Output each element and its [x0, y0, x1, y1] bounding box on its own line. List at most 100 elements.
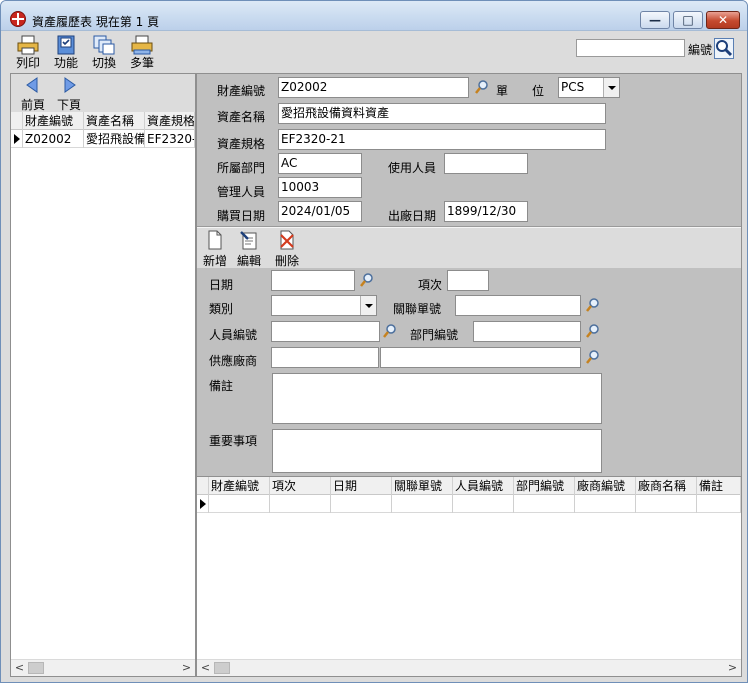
- edit-icon: [240, 231, 257, 250]
- column-header-item-no[interactable]: 項次: [270, 477, 331, 495]
- prev-page-button[interactable]: 前頁: [17, 76, 49, 112]
- asset-detail-pane: 財產編號 Z02002 單 位 PCS 資產名稱 愛招飛設備資料資產 資產規格 …: [196, 73, 742, 677]
- column-header-asset-no[interactable]: 財產編號: [209, 477, 270, 495]
- remark-textarea[interactable]: [272, 373, 602, 424]
- history-grid: 財產編號 項次 日期 關聯單號 人員編號 部門編號 廠商編號 廠商名稱 備註: [197, 476, 741, 660]
- title-bar: 資產履歷表 現在第 1 頁 — □ ✕: [1, 1, 747, 31]
- asset-name-label: 資產名稱: [217, 110, 266, 124]
- cell-asset-name[interactable]: 愛招飛設備: [84, 130, 145, 148]
- current-row-pointer-icon: [14, 134, 20, 144]
- staff-no-field[interactable]: [271, 321, 380, 342]
- important-textarea[interactable]: [272, 429, 602, 473]
- grid-cell[interactable]: [575, 495, 636, 513]
- staff-no-lookup-icon[interactable]: [382, 323, 398, 339]
- column-header-asset-name[interactable]: 資產名稱: [84, 112, 145, 130]
- item-no-field[interactable]: [447, 270, 489, 291]
- new-button[interactable]: 新增: [200, 230, 230, 268]
- function-icon: [57, 35, 75, 55]
- column-header-supplier-no[interactable]: 廠商編號: [575, 477, 636, 495]
- print-button[interactable]: 列印: [11, 35, 45, 73]
- unit-label-char2: 位: [532, 84, 545, 98]
- asset-lookup-icon[interactable]: [474, 79, 490, 95]
- list-horizontal-scrollbar[interactable]: < >: [11, 659, 195, 676]
- supplier-label: 供應廠商: [209, 354, 258, 368]
- next-page-button[interactable]: 下頁: [53, 76, 85, 112]
- table-row[interactable]: Z02002 愛招飛設備 EF2320-2: [11, 130, 195, 148]
- scroll-thumb[interactable]: [28, 662, 44, 674]
- grid-cell[interactable]: [392, 495, 453, 513]
- grid-cell[interactable]: [514, 495, 575, 513]
- maximize-button[interactable]: □: [673, 11, 703, 29]
- table-row[interactable]: [197, 495, 741, 513]
- asset-spec-label: 資產規格: [217, 137, 266, 151]
- scroll-right-arrow-icon[interactable]: >: [724, 660, 741, 676]
- number-search-button[interactable]: [714, 38, 734, 59]
- remark-label: 備註: [209, 379, 234, 393]
- grid-cell[interactable]: [270, 495, 331, 513]
- cell-asset-spec[interactable]: EF2320-2: [145, 130, 195, 148]
- delete-button[interactable]: 刪除: [272, 230, 302, 268]
- related-no-field[interactable]: [455, 295, 581, 316]
- column-header-supplier-name[interactable]: 廠商名稱: [636, 477, 697, 495]
- scroll-right-arrow-icon[interactable]: >: [178, 660, 195, 676]
- category-select[interactable]: [271, 295, 377, 316]
- manager-field[interactable]: 10003: [278, 177, 362, 198]
- arrow-left-icon: [26, 77, 38, 93]
- date-lookup-icon[interactable]: [359, 272, 375, 288]
- purchase-date-field[interactable]: 2024/01/05: [278, 201, 362, 222]
- maximize-icon: □: [682, 13, 694, 27]
- department-label: 所屬部門: [217, 161, 266, 175]
- column-header-related-no[interactable]: 關聯單號: [392, 477, 453, 495]
- dept-no-field[interactable]: [473, 321, 581, 342]
- column-header-remark[interactable]: 備註: [697, 477, 741, 495]
- category-label: 類別: [209, 302, 234, 316]
- unit-select[interactable]: PCS: [558, 77, 620, 98]
- cell-asset-no[interactable]: Z02002: [23, 130, 84, 148]
- date-field[interactable]: [271, 270, 355, 291]
- supplier-name-field[interactable]: [380, 347, 581, 368]
- function-button[interactable]: 功能: [49, 35, 83, 73]
- asset-spec-field[interactable]: EF2320-21: [278, 129, 606, 150]
- main-window: 資產履歷表 現在第 1 頁 — □ ✕ 列印 功能 切換 多筆 編號 前頁 下頁…: [0, 0, 748, 683]
- column-header-asset-spec[interactable]: 資產規格: [145, 112, 195, 130]
- window-title: 資產履歷表 現在第 1 頁: [32, 15, 160, 29]
- chevron-down-icon[interactable]: [603, 78, 619, 97]
- grid-cell[interactable]: [697, 495, 741, 513]
- search-icon: [716, 40, 733, 57]
- column-header-staff-no[interactable]: 人員編號: [453, 477, 514, 495]
- asset-name-field[interactable]: 愛招飛設備資料資產: [278, 103, 606, 124]
- supplier-lookup-icon[interactable]: [585, 349, 601, 365]
- printer-icon: [17, 35, 39, 55]
- department-field[interactable]: AC: [278, 153, 362, 174]
- multi-record-button[interactable]: 多筆: [125, 35, 159, 73]
- edit-label: 編輯: [236, 254, 261, 268]
- function-label: 功能: [53, 56, 78, 70]
- asset-no-field[interactable]: Z02002: [278, 77, 469, 98]
- scroll-thumb[interactable]: [214, 662, 230, 674]
- column-header-date[interactable]: 日期: [331, 477, 392, 495]
- dept-no-lookup-icon[interactable]: [585, 323, 601, 339]
- scroll-left-arrow-icon[interactable]: <: [197, 660, 214, 676]
- number-search-label: 編號: [688, 43, 713, 57]
- grid-cell[interactable]: [636, 495, 697, 513]
- column-header-asset-no[interactable]: 財產編號: [23, 112, 84, 130]
- page-nav-bar: 前頁 下頁: [11, 74, 195, 112]
- number-search-input[interactable]: [576, 39, 685, 57]
- supplier-code-field[interactable]: [271, 347, 379, 368]
- row-indicator: [197, 495, 209, 513]
- scroll-left-arrow-icon[interactable]: <: [11, 660, 28, 676]
- minimize-button[interactable]: —: [640, 11, 670, 29]
- user-field[interactable]: [444, 153, 528, 174]
- column-header-dept-no[interactable]: 部門編號: [514, 477, 575, 495]
- related-no-lookup-icon[interactable]: [585, 297, 601, 313]
- close-button[interactable]: ✕: [706, 11, 740, 29]
- grid-horizontal-scrollbar[interactable]: < >: [197, 659, 741, 676]
- switch-icon: [93, 35, 115, 55]
- grid-cell[interactable]: [453, 495, 514, 513]
- grid-cell[interactable]: [331, 495, 392, 513]
- factory-date-field[interactable]: 1899/12/30: [444, 201, 528, 222]
- switch-button[interactable]: 切換: [87, 35, 121, 73]
- grid-cell[interactable]: [209, 495, 270, 513]
- edit-button[interactable]: 編輯: [234, 230, 264, 268]
- chevron-down-icon[interactable]: [360, 296, 376, 315]
